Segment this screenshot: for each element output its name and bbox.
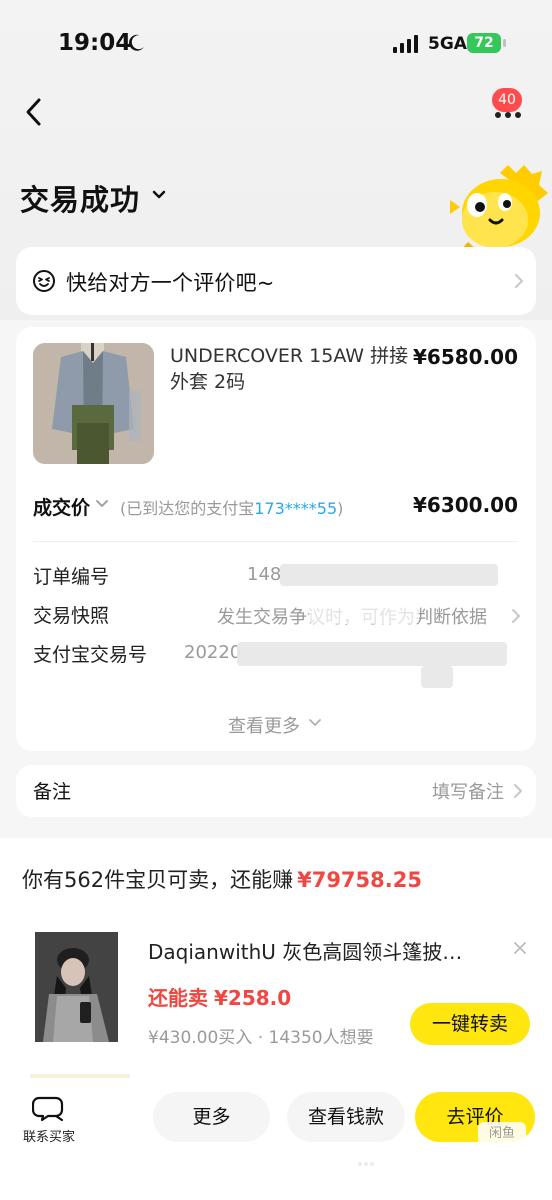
- network-type: 5GA: [428, 34, 467, 54]
- one-click-resell-button[interactable]: 一键转卖: [410, 1003, 530, 1045]
- deal-note-prefix: (已到达您的支付宝: [120, 499, 255, 518]
- chat-bubble-icon[interactable]: [32, 1092, 66, 1122]
- product-price: ¥6580.00: [412, 345, 518, 369]
- contact-buyer-label[interactable]: 联系买家: [23, 1126, 75, 1145]
- alipay-trade-number-label: 支付宝交易号: [33, 644, 148, 666]
- order-number-value: 148: [247, 564, 282, 585]
- deal-note-suffix: ): [337, 499, 344, 518]
- resell-price: ¥258.0: [214, 986, 292, 1010]
- trade-snapshot-row[interactable]: 交易快照 发生交易争议时，可作为判断依据: [33, 601, 520, 631]
- product-image[interactable]: [33, 343, 154, 464]
- alipay-trade-number-row: 支付宝交易号 20220: [33, 640, 518, 688]
- app-watermark: 闲鱼: [478, 1122, 526, 1146]
- review-prompt-text: 快给对方一个评价吧~: [66, 271, 275, 295]
- battery-indicator: 72: [467, 33, 507, 53]
- battery-level: 72: [467, 33, 501, 53]
- moon-icon: [129, 34, 144, 51]
- chevron-right-icon: [512, 609, 520, 623]
- redaction-block: [280, 564, 498, 586]
- signal-icon: [393, 35, 418, 53]
- more-menu-button[interactable]: 40: [488, 88, 528, 128]
- fish-mascot-icon: [450, 165, 548, 251]
- chevron-right-icon: [515, 274, 523, 288]
- recommended-item-photo: [35, 932, 118, 1042]
- page-title: 交易成功: [20, 183, 141, 217]
- resell-summary-text: 你有562件宝贝可卖，还能赚: [22, 868, 294, 892]
- remark-hint: 填写备注: [432, 782, 504, 803]
- battery-tip: [503, 39, 506, 47]
- review-prompt-card[interactable]: 快给对方一个评价吧~: [16, 247, 536, 315]
- alipay-account: 173****55: [254, 499, 338, 518]
- recommended-item-title[interactable]: DaqianwithU 灰色高圆领斗篷披…: [148, 936, 462, 965]
- status-bar: 19:04 5GA 72: [0, 0, 552, 90]
- recommended-item-image[interactable]: [35, 932, 118, 1042]
- smile-face-icon: [33, 270, 55, 292]
- back-arrow-icon[interactable]: [18, 92, 54, 132]
- recommended-item-meta: ¥430.00买入 · 14350人想要: [148, 1028, 374, 1048]
- more-button[interactable]: 更多: [153, 1092, 270, 1142]
- redaction-block: [309, 606, 419, 624]
- close-icon[interactable]: [513, 941, 527, 955]
- redaction-block: [237, 642, 507, 666]
- chevron-down-icon: [309, 719, 321, 726]
- chevron-right-icon: [514, 784, 522, 798]
- order-details-card: UNDERCOVER 15AW 拼接外套 2码 ¥6580.00 成交价 (已到…: [16, 327, 536, 751]
- see-more-link[interactable]: 查看更多: [228, 712, 300, 738]
- section-divider: [33, 541, 518, 542]
- trade-snapshot-label: 交易快照: [33, 605, 110, 627]
- chevron-down-icon[interactable]: [95, 499, 109, 509]
- product-name: UNDERCOVER 15AW 拼接外套 2码: [170, 345, 409, 393]
- resell-label: 还能卖: [148, 986, 208, 1010]
- chevron-down-icon[interactable]: [149, 187, 169, 203]
- alipay-trade-number-value: 20220: [184, 642, 242, 663]
- bottom-action-bar: 联系买家 更多 查看钱款 去评价 闲鱼: [0, 1074, 552, 1200]
- deal-price-label: 成交价: [33, 497, 91, 519]
- resell-summary-amount: ¥79758.25: [297, 868, 422, 892]
- decorative-dots: [358, 1162, 374, 1166]
- deal-note: (已到达您的支付宝173****55): [120, 495, 343, 519]
- remark-label: 备注: [33, 781, 72, 803]
- status-time: 19:04: [58, 30, 132, 56]
- deal-price: ¥6300.00: [412, 493, 518, 517]
- order-number-label: 订单编号: [33, 566, 110, 588]
- remark-card[interactable]: 备注 填写备注: [16, 765, 536, 817]
- redaction-block: [421, 666, 453, 688]
- order-number-row: 订单编号 148: [33, 562, 518, 592]
- product-photo: [33, 343, 154, 464]
- resell-summary: 你有562件宝贝可卖，还能赚 ¥79758.25: [22, 864, 422, 894]
- view-funds-button[interactable]: 查看钱款: [287, 1092, 405, 1142]
- bottom-strip: [30, 1074, 130, 1078]
- resell-price-row: 还能卖 ¥258.0: [148, 982, 291, 1011]
- notification-badge: 40: [492, 88, 522, 112]
